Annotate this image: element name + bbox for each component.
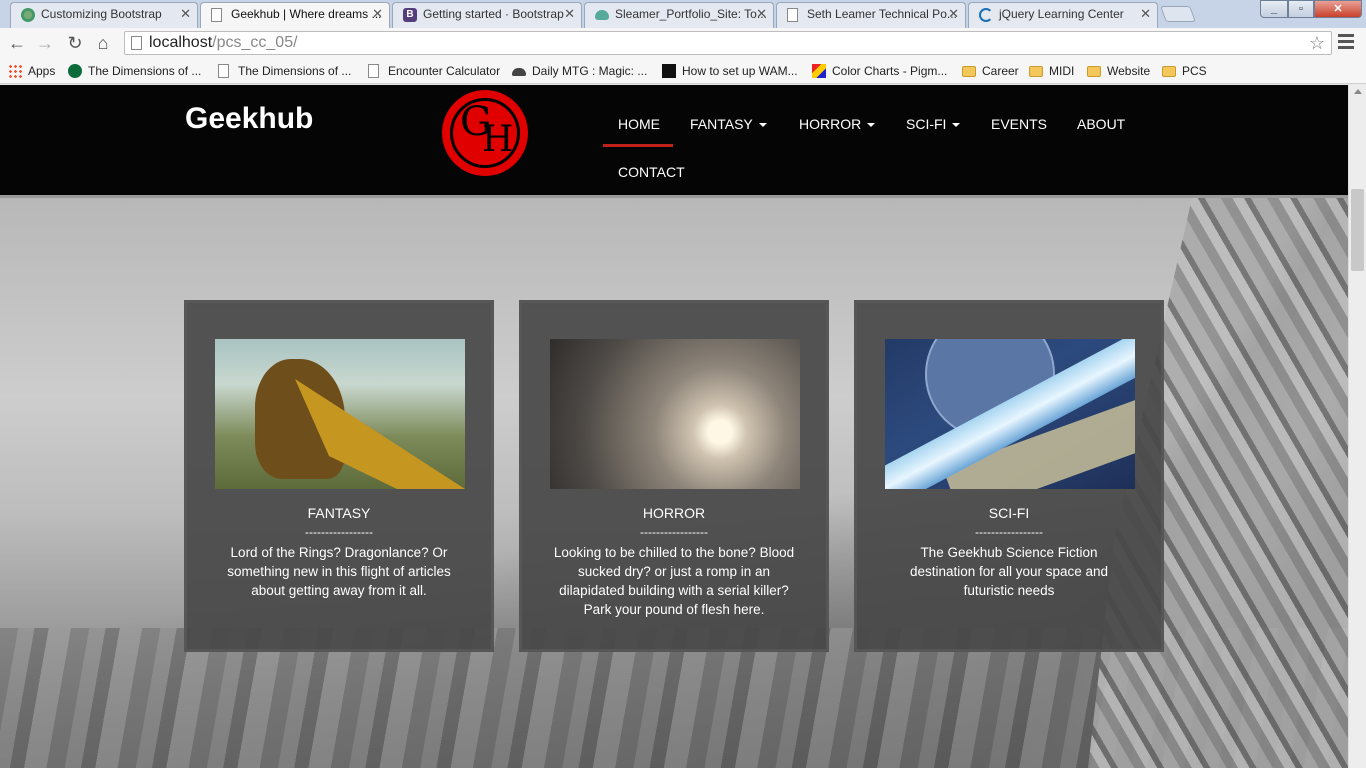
bookmark-dimensions-2[interactable]: The Dimensions of ... xyxy=(218,62,351,80)
folder-icon xyxy=(962,66,976,77)
tab-label: Seth Leamer Technical Po... xyxy=(807,7,957,21)
card-fantasy[interactable]: FANTASY ----------------- Lord of the Ri… xyxy=(184,300,494,652)
home-icon[interactable]: ⌂ xyxy=(92,32,114,54)
back-arrow-icon[interactable]: ← xyxy=(6,32,28,54)
bookmark-folder-pcs[interactable]: PCS xyxy=(1162,62,1207,80)
reload-icon[interactable]: ↻ xyxy=(64,32,86,54)
card-description: The Geekhub Science Fiction destination … xyxy=(909,545,1109,598)
tab-getting-started-bootstrap[interactable]: B Getting started · Bootstrap ✕ xyxy=(392,2,582,28)
close-icon[interactable]: ✕ xyxy=(948,3,959,25)
tab-label: Getting started · Bootstrap xyxy=(423,7,564,21)
site-navbar: Geekhub G H HOME FANTASY HORROR SCI-FI E… xyxy=(0,85,1348,198)
bookmark-color-charts[interactable]: Color Charts - Pigm... xyxy=(812,62,947,80)
folder-icon xyxy=(1029,66,1043,77)
caret-down-icon xyxy=(952,123,961,128)
close-icon[interactable]: ✕ xyxy=(564,3,575,25)
nav-home[interactable]: HOME xyxy=(618,115,660,133)
minimize-button[interactable]: _ xyxy=(1260,0,1288,18)
color-icon xyxy=(812,64,826,78)
page-favicon-icon xyxy=(211,8,222,22)
nav-scifi[interactable]: SCI-FI xyxy=(906,115,961,133)
card-horror[interactable]: HORROR ----------------- Looking to be c… xyxy=(519,300,829,652)
scrollbar-thumb[interactable] xyxy=(1351,189,1364,271)
card-separator: ----------------- xyxy=(640,525,708,539)
tab-geekhub[interactable]: Geekhub | Where dreams ... ✕ xyxy=(200,2,390,28)
card-title[interactable]: SCI-FI xyxy=(857,505,1161,521)
new-tab-button[interactable] xyxy=(1160,6,1196,22)
browser-toolbar: ← → ↻ ⌂ localhost/pcs_cc_05/ ☆ xyxy=(0,28,1366,58)
tab-label: Customizing Bootstrap xyxy=(41,7,162,21)
tab-label: Geekhub | Where dreams ... xyxy=(231,7,382,21)
forward-arrow-icon[interactable]: → xyxy=(34,32,56,54)
tab-label: Sleamer_Portfolio_Site: To... xyxy=(615,7,767,21)
page-icon xyxy=(218,64,229,78)
nav-about[interactable]: ABOUT xyxy=(1077,115,1125,133)
bookmarks-bar: Apps The Dimensions of ... The Dimension… xyxy=(0,58,1366,84)
close-icon[interactable]: ✕ xyxy=(1140,3,1151,25)
card-description: Looking to be chilled to the bone? Blood… xyxy=(553,545,795,617)
terminal-icon xyxy=(662,64,676,78)
close-icon[interactable]: ✕ xyxy=(756,3,767,25)
nav-horror[interactable]: HORROR xyxy=(799,115,876,133)
fantasy-dragon-image[interactable] xyxy=(215,339,465,489)
maximize-button[interactable]: ▫ xyxy=(1288,0,1314,18)
jquery-favicon-icon xyxy=(979,8,993,22)
card-separator: ----------------- xyxy=(305,525,373,539)
tab-strip: Customizing Bootstrap ✕ Geekhub | Where … xyxy=(0,0,1366,28)
address-bar[interactable]: localhost/pcs_cc_05/ ☆ xyxy=(124,31,1332,55)
brand-title[interactable]: Geekhub xyxy=(185,102,313,136)
tab-seth-leamer[interactable]: Seth Leamer Technical Po... ✕ xyxy=(776,2,966,28)
nav-events[interactable]: EVENTS xyxy=(991,115,1047,133)
card-title[interactable]: FANTASY xyxy=(187,505,491,521)
gear-favicon-icon xyxy=(21,8,35,22)
card-title[interactable]: HORROR xyxy=(522,505,826,521)
card-description: Lord of the Rings? Dragonlance? Or somet… xyxy=(227,545,451,598)
bookmark-encounter-calculator[interactable]: Encounter Calculator xyxy=(368,62,500,80)
bookmark-dimensions-1[interactable]: The Dimensions of ... xyxy=(68,62,201,80)
bookmark-folder-career[interactable]: Career xyxy=(962,62,1019,80)
apps-icon xyxy=(8,64,22,78)
caret-down-icon xyxy=(867,123,876,128)
bookmark-apps[interactable]: Apps xyxy=(8,62,55,80)
scifi-planet-image[interactable] xyxy=(885,339,1135,489)
page-icon xyxy=(368,64,379,78)
card-scifi[interactable]: SCI-FI ----------------- The Geekhub Sci… xyxy=(854,300,1164,652)
active-indicator xyxy=(603,144,673,147)
bookmark-folder-midi[interactable]: MIDI xyxy=(1029,62,1074,80)
close-icon[interactable]: ✕ xyxy=(372,3,383,25)
tab-sleamer-portfolio[interactable]: Sleamer_Portfolio_Site: To... ✕ xyxy=(584,2,774,28)
caret-down-icon xyxy=(758,123,767,128)
cap-icon xyxy=(512,68,526,76)
cloud-favicon-icon xyxy=(595,10,609,20)
page-viewport: Geekhub G H HOME FANTASY HORROR SCI-FI E… xyxy=(0,85,1348,768)
close-window-button[interactable]: ✕ xyxy=(1314,0,1362,18)
horror-forest-image[interactable] xyxy=(550,339,800,489)
folder-icon xyxy=(1162,66,1176,77)
bookmark-folder-website[interactable]: Website xyxy=(1087,62,1150,80)
page-scrollbar[interactable] xyxy=(1348,85,1366,768)
close-icon[interactable]: ✕ xyxy=(180,3,191,25)
starbucks-icon xyxy=(68,64,82,78)
chrome-menu-icon[interactable] xyxy=(1338,34,1354,52)
bookmark-daily-mtg[interactable]: Daily MTG : Magic: ... xyxy=(512,62,647,80)
url-text: localhost/pcs_cc_05/ xyxy=(149,34,298,51)
bootstrap-favicon-icon: B xyxy=(403,8,417,22)
tab-jquery-learning[interactable]: jQuery Learning Center ✕ xyxy=(968,2,1158,28)
page-favicon-icon xyxy=(787,8,798,22)
card-separator: ----------------- xyxy=(975,525,1043,539)
bookmark-wamp[interactable]: How to set up WAM... xyxy=(662,62,798,80)
tab-label: jQuery Learning Center xyxy=(999,7,1124,21)
tab-customizing-bootstrap[interactable]: Customizing Bootstrap ✕ xyxy=(10,2,198,28)
nav-contact[interactable]: CONTACT xyxy=(618,163,685,181)
geekhub-logo[interactable]: G H xyxy=(442,90,528,176)
page-icon xyxy=(131,36,142,50)
scroll-up-icon[interactable] xyxy=(1354,89,1362,94)
nav-fantasy[interactable]: FANTASY xyxy=(690,115,767,133)
bookmark-star-icon[interactable]: ☆ xyxy=(1309,32,1325,54)
folder-icon xyxy=(1087,66,1101,77)
